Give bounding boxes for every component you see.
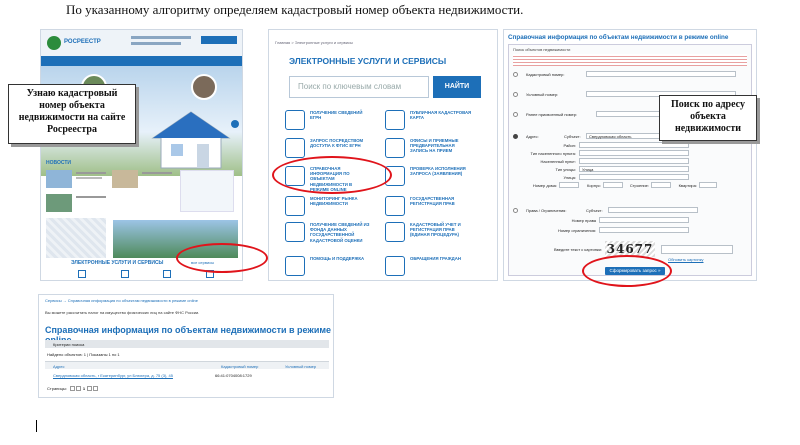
street-input[interactable] xyxy=(579,174,689,180)
last-page-icon[interactable] xyxy=(93,386,99,391)
service-item[interactable]: ОФИСЫ И ПРИЕМНЫЕ ПРЕДВАРИТЕЛЬНАЯ ЗАПИСЬ … xyxy=(385,138,472,158)
service-item[interactable]: ОБРАЩЕНИЯ ГРАЖДАН xyxy=(385,256,472,276)
result-address-link[interactable]: Свердловская область, г Екатеринбург, ул… xyxy=(53,373,173,378)
form-section-title: Поиск объектов недвижимости xyxy=(513,47,571,52)
highlight-online-info xyxy=(272,156,392,194)
book-icon xyxy=(285,110,305,130)
carousel-next-icon[interactable] xyxy=(231,120,239,128)
apartment-input[interactable] xyxy=(699,182,717,188)
former-radio[interactable] xyxy=(513,111,518,117)
news-grid xyxy=(46,170,236,215)
login-button[interactable] xyxy=(201,36,237,44)
service-item[interactable]: ГОСУДАРСТВЕННАЯ РЕГИСТРАЦИЯ ПРАВ xyxy=(385,196,472,216)
street-type-select[interactable]: Улица xyxy=(579,166,689,172)
captcha-input[interactable] xyxy=(661,244,733,254)
rights-radio[interactable] xyxy=(513,207,518,213)
person-avatar xyxy=(191,74,217,100)
column-address[interactable]: Адрес xyxy=(53,364,64,369)
callout-address-search: Поиск по адресу объекта недвижимости xyxy=(659,95,757,141)
cadastral-row: Кадастровый номер: xyxy=(513,71,736,77)
form-title: Справочная информация по объектам недвиж… xyxy=(508,34,729,41)
stamp-icon xyxy=(385,222,405,242)
chart-icon xyxy=(285,222,305,242)
next-page-icon[interactable] xyxy=(87,386,93,391)
pagination: Страницы: 1 xyxy=(47,386,99,391)
rosreestr-logo-icon xyxy=(47,36,61,50)
service-icon[interactable] xyxy=(78,270,87,278)
search-button[interactable]: НАЙТИ xyxy=(433,76,481,98)
house-input[interactable] xyxy=(559,182,579,188)
captcha-refresh-link[interactable]: Обновить картинку xyxy=(668,257,704,262)
cadastral-input[interactable] xyxy=(586,71,736,77)
map-icon xyxy=(385,110,405,130)
column-cadastral[interactable]: Кадастровый номер xyxy=(221,364,258,369)
address-fields: Район: Тип населенного пункта: Населенны… xyxy=(529,142,749,188)
service-icon[interactable] xyxy=(163,270,172,278)
magnifier-icon xyxy=(285,196,305,216)
first-page-icon[interactable] xyxy=(69,386,75,391)
structure-input[interactable] xyxy=(651,182,671,188)
service-item[interactable]: МОНИТОРИНГ РЫНКА НЕДВИЖИМОСТИ xyxy=(285,196,372,216)
criteria-bar[interactable]: Критерии поиска xyxy=(45,340,329,348)
captcha-row: Введите текст с картинки: 34677 xyxy=(549,241,733,257)
service-item[interactable]: ПОМОЩЬ И ПОДДЕРЖКА xyxy=(285,256,372,276)
table-row[interactable]: Свердловская область, г Екатеринбург, ул… xyxy=(45,372,329,380)
results-screenshot: Сервисы → Справочная информация по объек… xyxy=(38,294,334,398)
services-title: ЭЛЕКТРОННЫЕ УСЛУГИ И СЕРВИСЫ xyxy=(289,56,447,66)
highlight-submit xyxy=(582,255,672,287)
settlement-select[interactable] xyxy=(579,158,689,164)
service-item[interactable]: ЗАПРОС ПОСРЕДСТВОМ ДОСТУПА К ФГИС ЕГРН xyxy=(285,138,372,158)
current-page: 1 xyxy=(82,386,86,391)
map-thumbnail xyxy=(46,218,106,258)
result-cadastral-number: 66:41:0704008:1729 xyxy=(215,373,252,378)
search-form: Поиск объектов недвижимости Кадастровый … xyxy=(508,44,752,276)
breadcrumb[interactable]: Главная > Электронные услуги и сервисы xyxy=(275,40,353,45)
search-form-screenshot: Справочная информация по объектам недвиж… xyxy=(503,29,757,281)
address-radio[interactable] xyxy=(513,133,518,139)
column-conditional[interactable]: Условный номер xyxy=(285,364,316,369)
site-header: РОСРЕЕСТР xyxy=(41,30,242,66)
service-item[interactable]: ПОЛУЧЕНИЕ СВЕДЕНИЙ ИЗ ФОНДА ДАННЫХ ГОСУД… xyxy=(285,222,372,243)
results-table-header: Адрес Кадастровый номер Условный номер xyxy=(45,361,329,369)
highlight-all-services xyxy=(176,243,268,273)
rights-number-input[interactable] xyxy=(599,217,689,223)
site-logo-text: РОСРЕЕСТР xyxy=(64,39,101,45)
search-placeholder: Поиск по ключевым словам xyxy=(298,82,402,91)
service-item[interactable]: ПУБЛИЧНАЯ КАДАСТРОВАЯ КАРТА xyxy=(385,110,472,130)
service-item[interactable]: ПРОВЕРКА ИСПОЛНЕНИЯ ЗАПРОСА (ЗАЯВЛЕНИЯ) xyxy=(385,166,472,186)
results-count: Найдено объектов: 1 | Показаны 1 по 1 xyxy=(47,352,120,357)
search-input[interactable]: Поиск по ключевым словам xyxy=(289,76,429,98)
rights-row: Права / Ограничения: Субъект: xyxy=(513,207,698,213)
site-nav-bar[interactable] xyxy=(41,56,242,66)
document-icon xyxy=(385,196,405,216)
conditional-radio[interactable] xyxy=(513,91,518,97)
document-heading: По указанному алгоритму определяем кадас… xyxy=(66,2,524,17)
restriction-number-input[interactable] xyxy=(599,227,689,233)
district-select[interactable] xyxy=(579,142,689,148)
envelope-icon xyxy=(385,256,405,276)
tax-note: Вы можете рассчитать налог на имущество … xyxy=(45,310,200,315)
headset-icon xyxy=(285,256,305,276)
cursor-icon xyxy=(285,138,305,158)
house-illustration-icon xyxy=(151,111,231,169)
callout-rosreestr: Узнаю кадастровый номер объекта недвижим… xyxy=(8,84,136,144)
prev-page-icon[interactable] xyxy=(75,386,81,391)
rights-subject-select[interactable] xyxy=(608,207,698,213)
results-breadcrumb[interactable]: Сервисы → Справочная информация по объек… xyxy=(45,298,198,303)
office-icon xyxy=(385,138,405,158)
cadastral-radio[interactable] xyxy=(513,71,518,77)
rights-number-row: Номер права xyxy=(549,217,689,223)
service-item[interactable]: ПОЛУЧЕНИЕ СВЕДЕНИЙ ЕГРН xyxy=(285,110,372,130)
service-item[interactable]: КАДАСТРОВЫЙ УЧЕТ И РЕГИСТРАЦИЯ ПРАВ (ЕДИ… xyxy=(385,222,472,242)
news-title: НОВОСТИ xyxy=(46,160,72,166)
services-page-screenshot: Главная > Электронные услуги и сервисы Э… xyxy=(268,29,498,281)
text-cursor xyxy=(36,420,37,432)
restriction-number-row: Номер ограничения: xyxy=(549,227,689,233)
settlement-type-select[interactable] xyxy=(579,150,689,156)
service-icon[interactable] xyxy=(120,270,129,278)
services-section-title: ЭЛЕКТРОННЫЕ УСЛУГИ И СЕРВИСЫ xyxy=(71,260,164,266)
building-input[interactable] xyxy=(603,182,623,188)
house-fields: Номер дома: Корпус: Строение: Квартира: xyxy=(529,182,749,188)
form-warning xyxy=(513,54,747,66)
